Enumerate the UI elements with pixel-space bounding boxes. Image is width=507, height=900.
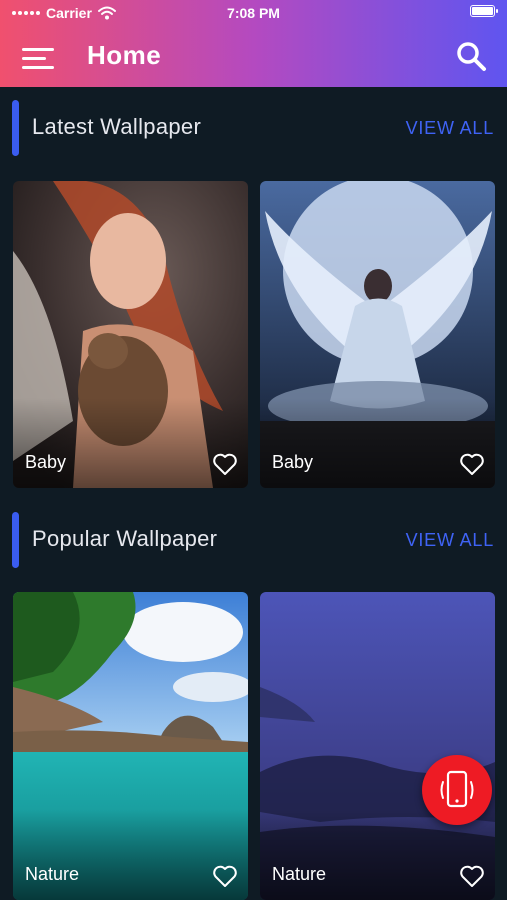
- heart-outline-icon[interactable]: [212, 452, 238, 476]
- battery-icon: [470, 5, 498, 17]
- phone-rotate-icon: [440, 770, 474, 808]
- toolbar: Home: [0, 38, 507, 78]
- app-header: Carrier 7:08 PM Home: [0, 0, 507, 87]
- heart-outline-icon[interactable]: [459, 452, 485, 476]
- wallpaper-card[interactable]: Nature: [260, 592, 495, 900]
- view-all-latest-link[interactable]: VIEW ALL: [406, 118, 494, 139]
- card-label: Nature: [25, 864, 80, 884]
- heart-outline-icon[interactable]: [212, 864, 238, 888]
- section-accent-bar: [12, 100, 19, 156]
- wallpaper-card[interactable]: Baby: [260, 181, 495, 488]
- card-label: Baby: [25, 452, 67, 472]
- rotate-fab-button[interactable]: [422, 755, 492, 825]
- view-all-popular-link[interactable]: VIEW ALL: [406, 530, 494, 551]
- latest-section-header: Latest Wallpaper VIEW ALL: [0, 100, 507, 156]
- search-button[interactable]: [455, 40, 487, 72]
- heart-outline-icon[interactable]: [459, 864, 485, 888]
- menu-button[interactable]: [22, 44, 56, 70]
- card-label: Nature: [272, 864, 327, 884]
- menu-icon: [22, 48, 54, 51]
- card-label: Baby: [272, 452, 314, 472]
- section-title: Latest Wallpaper: [32, 114, 202, 139]
- section-accent-bar: [12, 512, 19, 568]
- wallpaper-card[interactable]: Baby: [13, 181, 248, 488]
- wallpaper-card[interactable]: Nature: [13, 592, 248, 900]
- section-title: Popular Wallpaper: [32, 526, 218, 551]
- menu-icon-line: [22, 57, 46, 60]
- status-time: 7:08 PM: [227, 5, 280, 21]
- popular-section-header: Popular Wallpaper VIEW ALL: [0, 512, 507, 568]
- status-bar: Carrier 7:08 PM: [0, 0, 507, 26]
- search-icon: [457, 42, 486, 71]
- menu-icon-line: [22, 66, 54, 69]
- page-title: Home: [87, 40, 162, 70]
